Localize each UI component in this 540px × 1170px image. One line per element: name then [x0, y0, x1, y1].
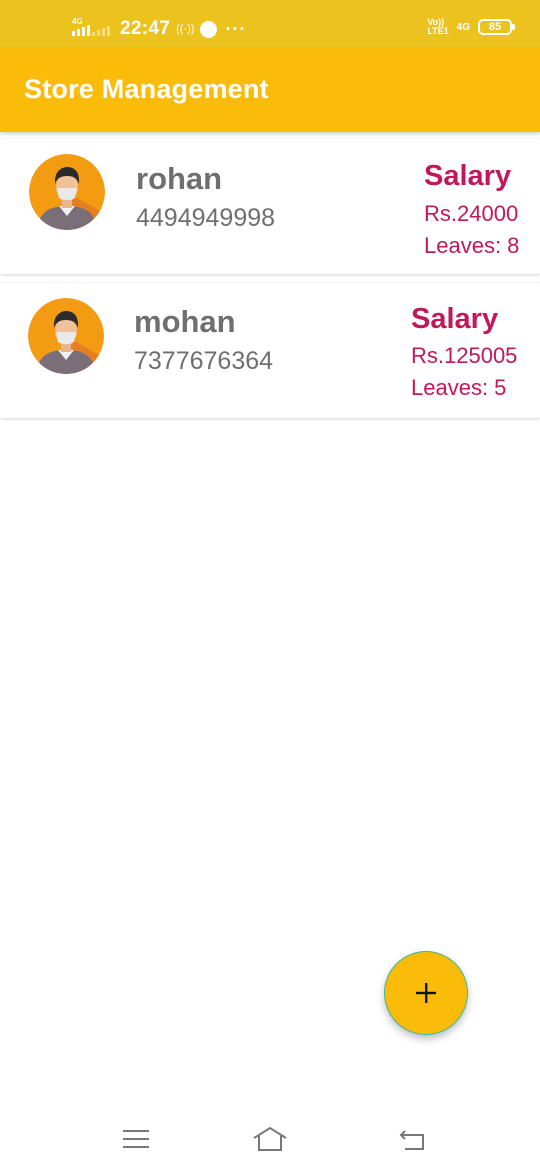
volte-icon: Vo)) LTE1 [427, 18, 448, 36]
employee-card-rohan[interactable]: rohan 4494949998 Salary Rs.24000 Leaves:… [0, 139, 540, 274]
hotspot-icon: ((·)) [176, 23, 195, 35]
leaves-count: Leaves: 5 [411, 375, 507, 400]
employee-name: mohan [134, 304, 236, 339]
employee-name: rohan [136, 161, 223, 196]
status-time: 22:47 [120, 18, 171, 39]
person-mask-icon [29, 154, 105, 230]
salary-amount: Rs.24000 [424, 201, 519, 226]
leaves-count: Leaves: 8 [424, 233, 520, 258]
mobile-data-icon: 4G [456, 21, 470, 33]
home-icon [253, 1126, 287, 1151]
notification-icon [200, 20, 218, 38]
person-mask-icon [28, 298, 104, 374]
employee-phone: 7377676364 [134, 347, 274, 375]
back-icon [399, 1130, 424, 1150]
salary-label: Salary [424, 160, 512, 192]
signal-icon: 4G [72, 17, 110, 36]
add-employee-button[interactable] [384, 951, 468, 1035]
navigation-bar [0, 1110, 540, 1170]
plus-icon [416, 983, 436, 1003]
salary-amount: Rs.125005 [411, 343, 518, 368]
avatar [29, 154, 105, 230]
status-right: Vo)) LTE1 4G 85 [427, 18, 515, 36]
avatar [28, 298, 104, 374]
salary-label: Salary [411, 303, 499, 335]
page-title: Store Management [24, 74, 269, 104]
home-button[interactable] [250, 1124, 290, 1154]
back-button[interactable] [392, 1124, 432, 1154]
battery-icon: 85 [478, 19, 515, 35]
network-type: 4G [72, 17, 83, 26]
volte-bottom: LTE1 [427, 26, 449, 36]
app-bar: Store Management [0, 48, 540, 132]
menu-icon [123, 1130, 149, 1148]
employee-phone: 4494949998 [136, 204, 276, 232]
status-bar: 4G 22:47 ((·)) ··· Vo)) LTE1 4G 85 [0, 0, 540, 48]
status-left: 4G 22:47 ((·)) ··· [72, 17, 247, 40]
employee-card-mohan[interactable]: mohan 7377676364 Salary Rs.125005 Leaves… [0, 283, 540, 418]
more-notifications-icon: ··· [225, 18, 247, 39]
menu-button[interactable] [116, 1124, 156, 1154]
